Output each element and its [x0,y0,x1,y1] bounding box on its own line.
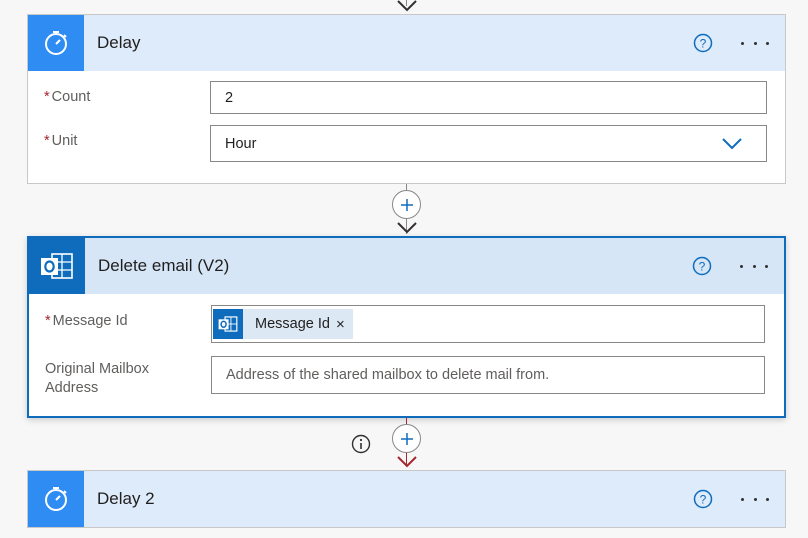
info-icon[interactable] [351,434,371,454]
chevron-down-icon [722,138,742,150]
outlook-icon [29,238,85,294]
delay-card-header[interactable]: Delay ? [28,15,785,71]
token-label: Message Id [255,316,330,332]
delay2-card[interactable]: Delay 2 ? [27,470,786,528]
mailbox-input[interactable]: Address of the shared mailbox to delete … [211,356,765,394]
flow-canvas: Delay ? * Count 2 * Unit Hour Delete email… [0,0,808,538]
message-id-input[interactable]: Message Id × [211,305,765,343]
card-title: Delay [97,33,141,52]
stopwatch-icon [28,471,84,527]
more-options-icon[interactable] [741,489,769,509]
svg-text:?: ? [699,260,706,274]
delete-email-card-header[interactable]: Delete email (V2) ? [29,238,784,294]
card-title: Delete email (V2) [98,256,230,275]
arrow-down-icon [397,456,417,468]
mailbox-label: Original Mailbox Address [45,361,149,396]
plus-icon [400,432,413,445]
more-options-icon[interactable] [740,256,768,276]
message-id-label: * Message Id [45,313,128,329]
card-title: Delay 2 [97,489,155,508]
count-label: * Count [44,89,91,105]
unit-dropdown[interactable]: Hour [210,125,767,162]
unit-label: * Unit [44,133,78,149]
delay-card-body: * Count 2 * Unit Hour [28,71,785,183]
delay-card[interactable]: Delay ? * Count 2 * Unit Hour [27,14,786,184]
help-icon[interactable]: ? [693,489,713,509]
delete-email-card[interactable]: Delete email (V2) ? * Message Id Message … [27,236,786,418]
more-options-icon[interactable] [741,33,769,53]
close-icon[interactable]: × [336,316,353,333]
svg-text:?: ? [700,37,707,51]
message-id-token[interactable]: Message Id × [213,309,353,339]
add-step-button[interactable] [392,190,421,219]
stopwatch-icon [28,15,84,71]
plus-icon [400,198,413,211]
arrow-down-icon [397,222,417,234]
count-input[interactable]: 2 [210,81,767,114]
add-step-button[interactable] [392,424,421,453]
help-icon[interactable]: ? [693,33,713,53]
delay2-card-header[interactable]: Delay 2 ? [28,471,785,527]
help-icon[interactable]: ? [692,256,712,276]
outlook-icon [213,309,243,339]
svg-text:?: ? [700,493,707,507]
delete-email-card-body: * Message Id Message Id × Original Mailbo… [29,294,784,416]
arrow-down-icon [397,0,417,12]
mailbox-placeholder: Address of the shared mailbox to delete … [226,367,550,383]
